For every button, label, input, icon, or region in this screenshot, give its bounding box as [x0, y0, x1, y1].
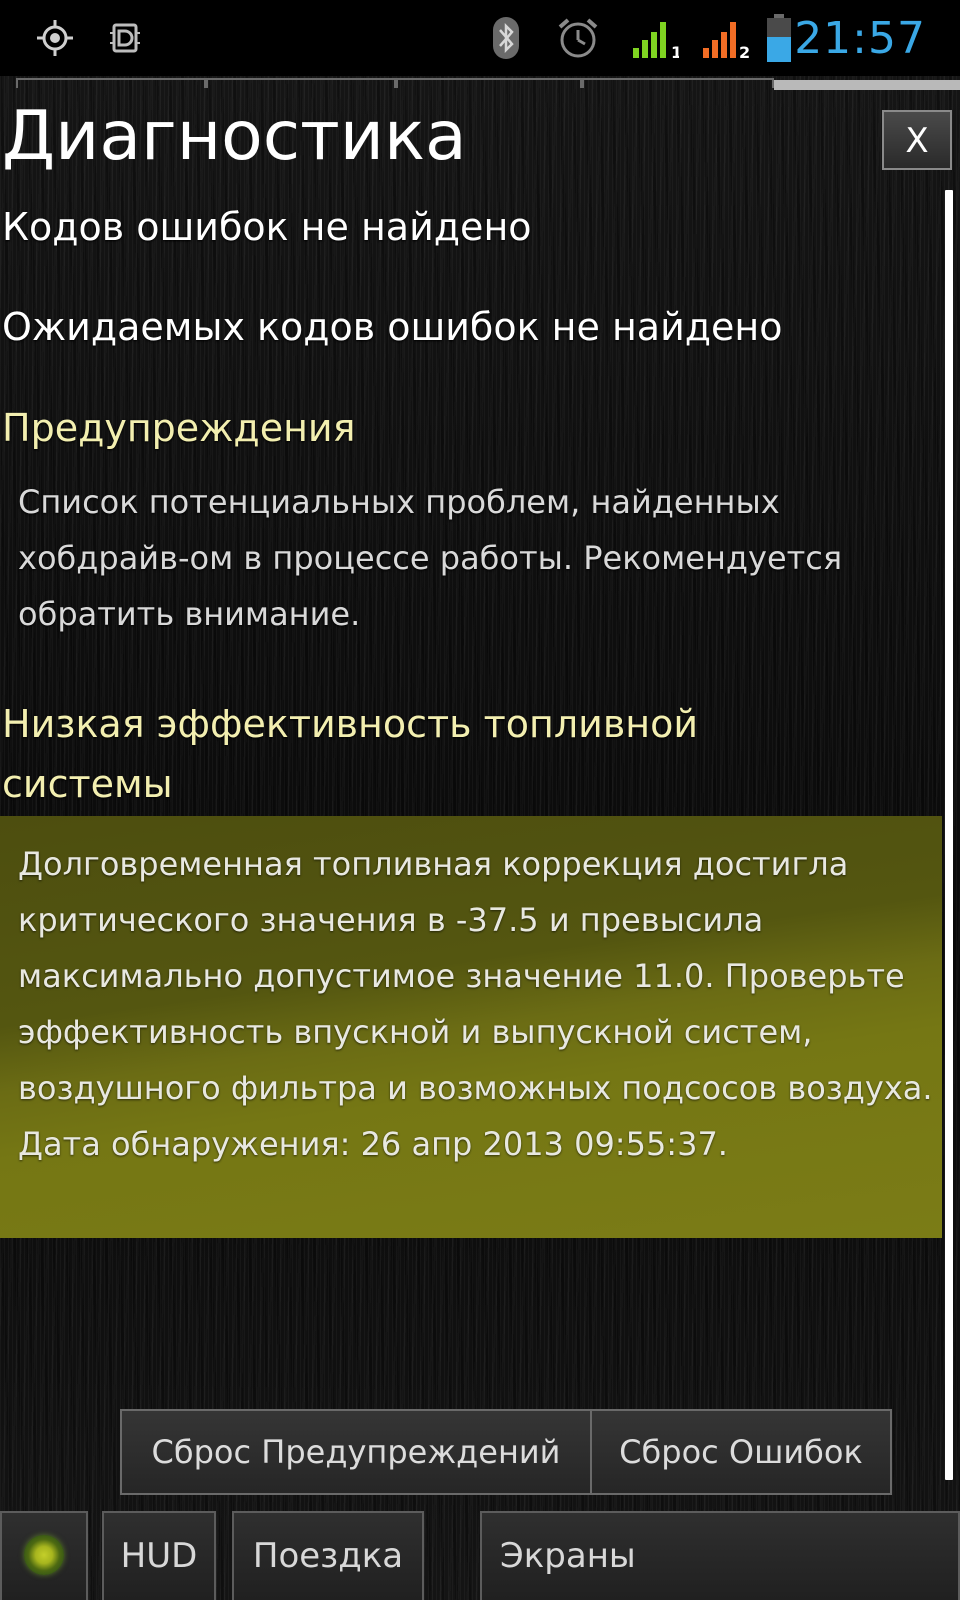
scrollbar[interactable] [945, 190, 953, 1480]
bottom-nav: HUD Поездка Экраны [0, 1511, 960, 1600]
nav-trip-button[interactable]: Поездка [232, 1511, 424, 1600]
nav-screens-button[interactable]: Экраны [480, 1511, 960, 1600]
reset-errors-button[interactable]: Сброс Ошибок [590, 1409, 892, 1495]
warning-text: Долговременная топливная коррекция дости… [18, 845, 933, 1163]
diagnostics-content: Кодов ошибок не найдено Ожидаемых кодов … [0, 0, 942, 1400]
warnings-heading: Предупреждения [2, 406, 356, 450]
no-error-codes-text: Кодов ошибок не найдено [2, 205, 532, 249]
warning-card: Долговременная топливная коррекция дости… [0, 816, 942, 1238]
connection-status-button[interactable] [0, 1511, 88, 1600]
scrollbar-thumb[interactable] [945, 190, 953, 1480]
reset-warnings-button[interactable]: Сброс Предупреждений [120, 1409, 592, 1495]
warnings-description: Список потенциальных проблем, найденных … [18, 483, 843, 633]
nav-hud-button[interactable]: HUD [102, 1511, 216, 1600]
connection-status-icon [24, 1535, 64, 1575]
issue-heading: Низкая эффективность топливной системы [2, 702, 699, 806]
no-pending-codes-text: Ожидаемых кодов ошибок не найдено [2, 305, 783, 349]
